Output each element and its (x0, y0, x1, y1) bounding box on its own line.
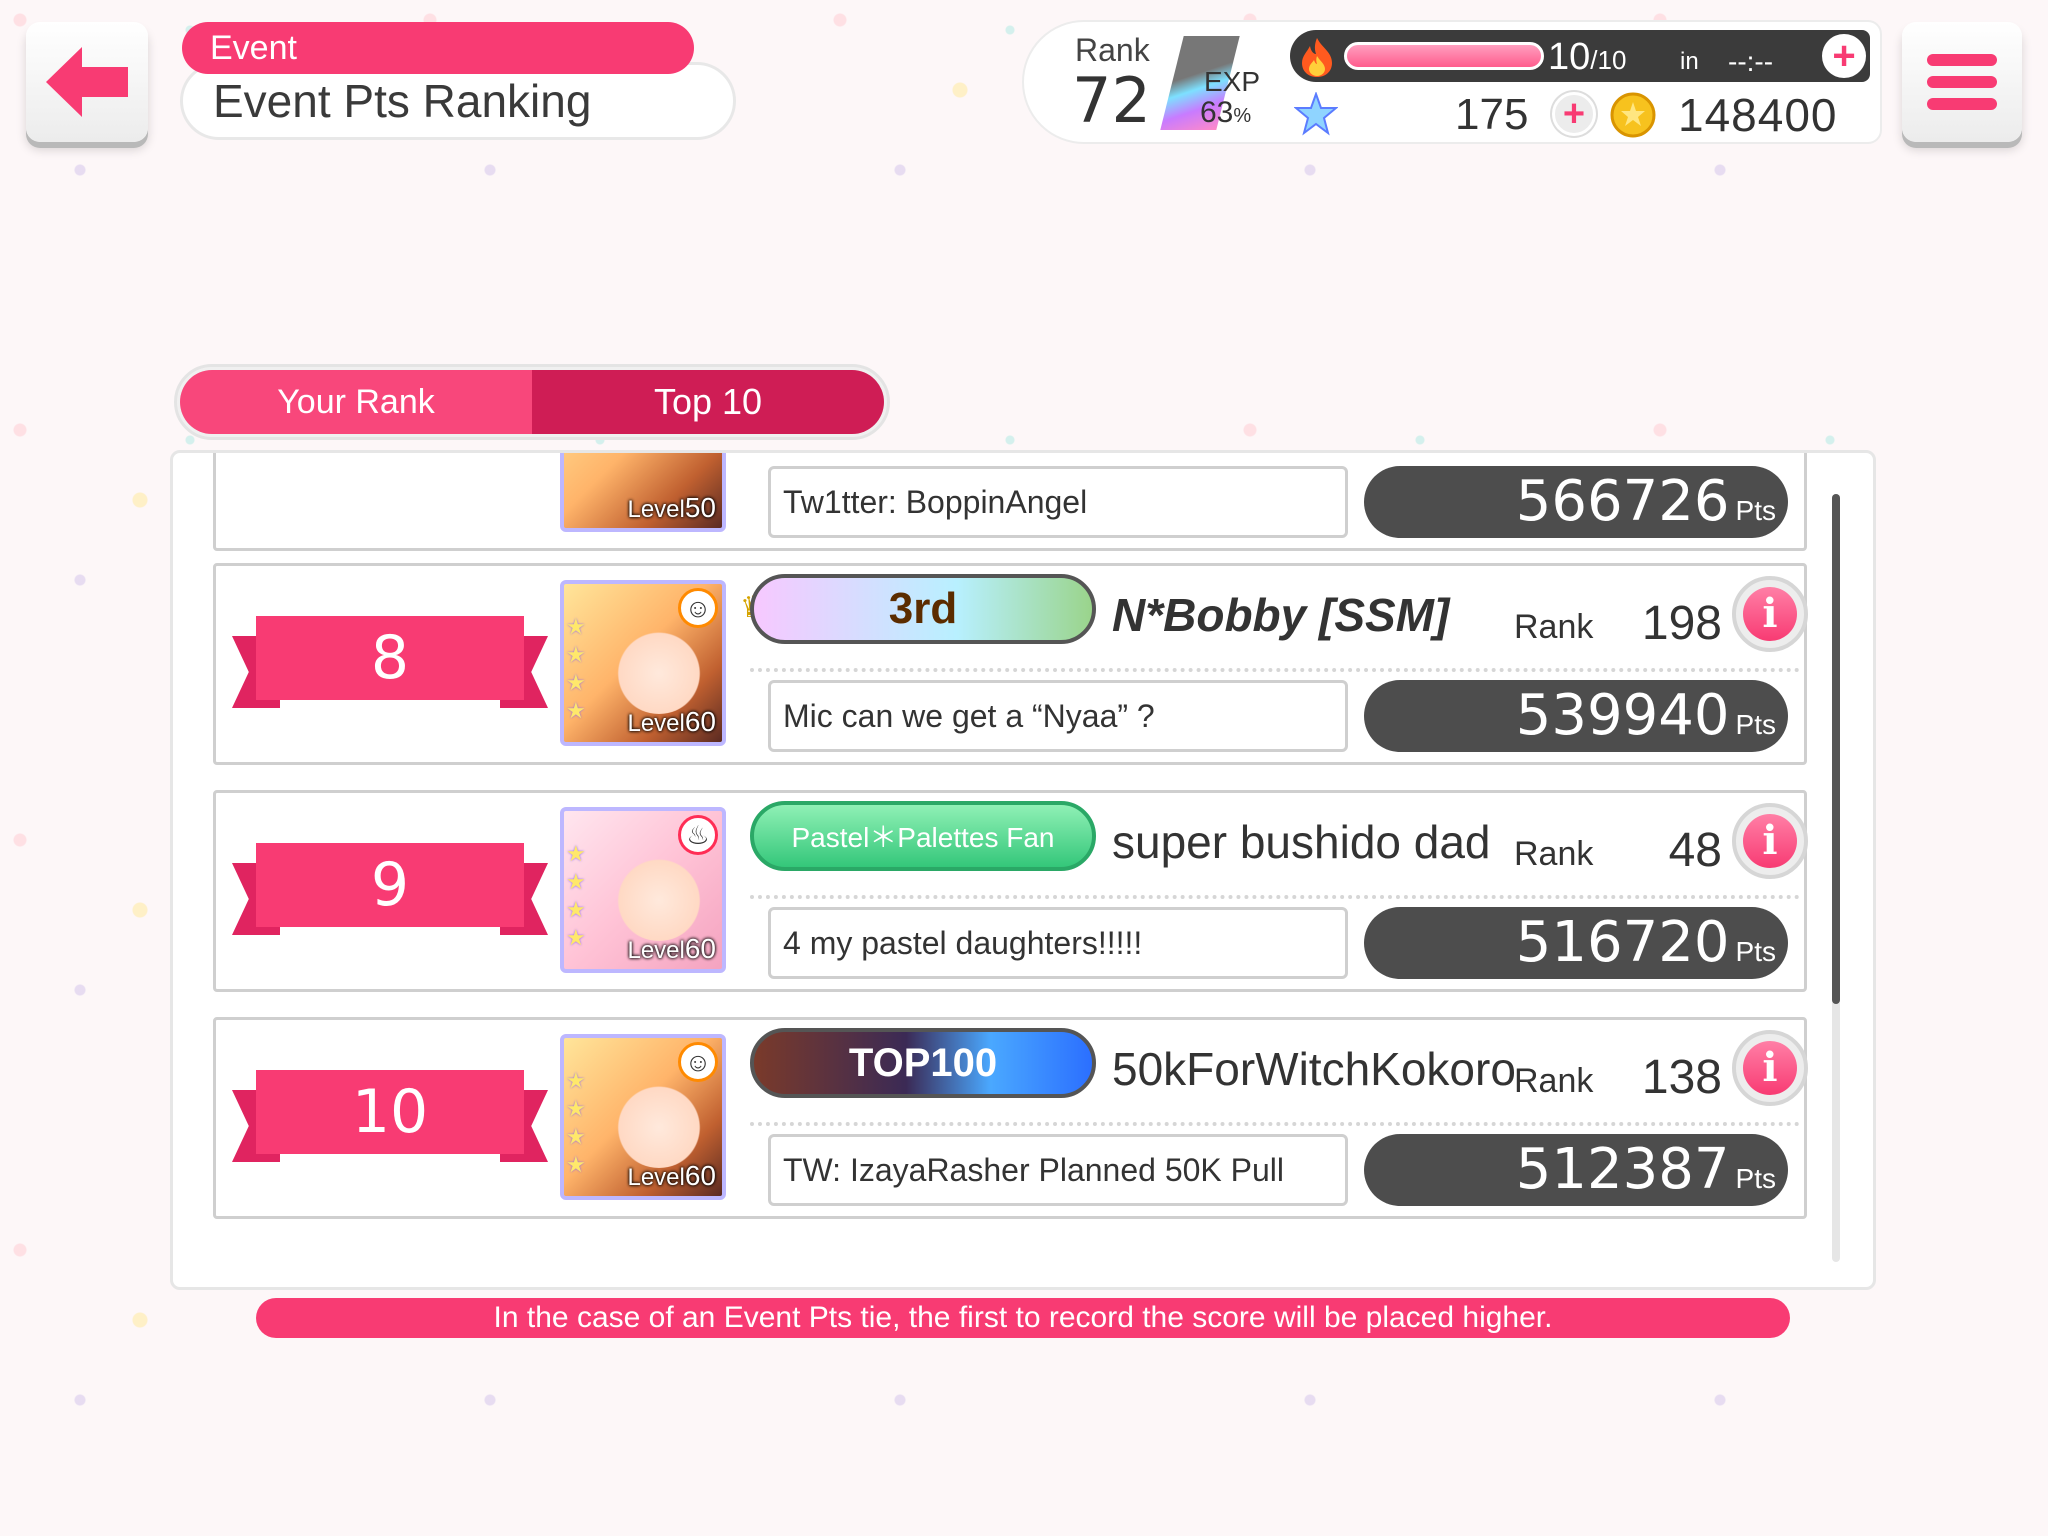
player-comment: Mic can we get a “Nyaa” ? (768, 680, 1348, 752)
player-rank-label: Rank (1514, 835, 1594, 873)
tab-your-rank[interactable]: Your Rank (180, 370, 532, 434)
tab-top-10[interactable]: Top 10 (532, 370, 884, 434)
menu-button[interactable] (1902, 22, 2022, 142)
player-name: N*Bobby [SSM] (1112, 589, 1450, 641)
card-level: Level50 (627, 492, 716, 523)
stamina-timer: --:-- (1728, 46, 1774, 77)
rank-ribbon: 8 (232, 616, 548, 720)
card-rarity-stars: ★ ★ ★ ★ (566, 1068, 586, 1177)
divider (750, 1122, 1800, 1126)
back-button[interactable] (26, 22, 148, 142)
title-badge: 3rd (750, 574, 1096, 644)
event-points: 539940 Pts (1364, 680, 1788, 752)
power-attribute-icon: ♨ (678, 815, 718, 855)
rank-number: 10 (256, 1070, 524, 1154)
divider (750, 668, 1800, 672)
event-points: 516720 Pts (1364, 907, 1788, 979)
title-badge: TOP100 (750, 1028, 1096, 1098)
back-arrow-icon (46, 47, 128, 117)
player-comment: TW: IzayaRasher Planned 50K Pull (768, 1134, 1348, 1206)
info-icon: i (1743, 587, 1797, 641)
player-name: 50kForWitchKokoro (1112, 1043, 1516, 1095)
rank-number: 9 (256, 843, 524, 927)
star-count: 175 (1455, 90, 1529, 139)
title-badge: Pastel＊Palettes Fan (750, 801, 1096, 871)
stamina-fill (1344, 42, 1544, 70)
player-info-button[interactable]: i (1732, 803, 1808, 879)
exp-percent: 63% (1200, 96, 1252, 129)
scrollbar-thumb[interactable] (1832, 494, 1840, 1004)
card-rarity-stars: ★ ★ ★ ★ (566, 614, 586, 723)
player-rank-value: 198 (1641, 597, 1722, 650)
player-rank-label: Rank (1514, 608, 1594, 646)
card-level: Level60 (627, 933, 716, 964)
list-item: 10 ★ ★ ★ ★ ☺ Level60 TOP100 50kForWitchKoko… (213, 1017, 1808, 1219)
player-rank-label: Rank (1514, 1062, 1594, 1100)
happy-attribute-icon: ☺ (678, 1042, 718, 1082)
card-level: Level60 (627, 1160, 716, 1191)
ranking-list[interactable]: Level50 Tw1tter: BoppinAngel 566726 Pts 8… (170, 450, 1876, 1290)
plus-icon: + (1562, 93, 1586, 135)
player-comment: Tw1tter: BoppinAngel (768, 466, 1348, 538)
tie-rule-note: In the case of an Event Pts tie, the fir… (256, 1298, 1790, 1338)
player-info-button[interactable]: i (1732, 576, 1808, 652)
leader-card[interactable]: ★ ★ ★ ★ ☺ Level60 (560, 580, 726, 746)
stamina-value: 10/10 (1548, 36, 1627, 78)
stamina-in-label: in (1680, 48, 1699, 75)
player-comment: 4 my pastel daughters!!!!! (768, 907, 1348, 979)
leader-card[interactable]: Level50 (560, 453, 726, 532)
list-item: Level50 Tw1tter: BoppinAngel 566726 Pts (213, 453, 1807, 551)
card-rarity-stars: ★ ★ ★ ★ (566, 841, 586, 950)
card-level: Level60 (627, 706, 716, 737)
player-info-button[interactable]: i (1732, 1030, 1808, 1106)
add-stamina-button[interactable]: + (1822, 34, 1866, 78)
rank-ribbon: 9 (232, 843, 548, 947)
fire-icon (1302, 38, 1332, 77)
player-rank-value: 72 (1072, 64, 1151, 137)
leader-card[interactable]: ★ ★ ★ ★ ♨ Level60 (560, 807, 726, 973)
player-rank-value: 138 (1641, 1051, 1722, 1104)
divider (750, 895, 1800, 899)
player-name: super bushido dad (1112, 816, 1491, 868)
rank-number: 8 (256, 616, 524, 700)
event-points: 512387 Pts (1364, 1134, 1788, 1206)
event-points: 566726 Pts (1364, 466, 1788, 538)
star-icon (1294, 92, 1338, 136)
plus-icon: + (1832, 34, 1856, 78)
coin-count: 148400 (1678, 89, 1838, 141)
menu-icon (1927, 54, 1997, 66)
list-item: 8 ★★★★ ☺ Level60 ♛ 3rd N*Bobby [SSM] Ran… (213, 563, 1808, 765)
add-stars-button[interactable]: + (1552, 92, 1596, 136)
leader-card[interactable]: ★ ★ ★ ★ ☺ Level60 (560, 1034, 726, 1200)
coin-icon (1610, 92, 1656, 138)
list-item: 9 ★ ★ ★ ★ ♨ Level60 Pastel＊Palettes Fan sup… (213, 790, 1808, 992)
happy-attribute-icon: ☺ (678, 588, 718, 628)
info-icon: i (1743, 814, 1797, 868)
rank-ribbon: 10 (232, 1070, 548, 1174)
player-rank-value: 48 (1668, 824, 1722, 877)
info-icon: i (1743, 1041, 1797, 1095)
exp-label: EXP (1204, 66, 1261, 97)
event-label: Event (182, 22, 694, 74)
